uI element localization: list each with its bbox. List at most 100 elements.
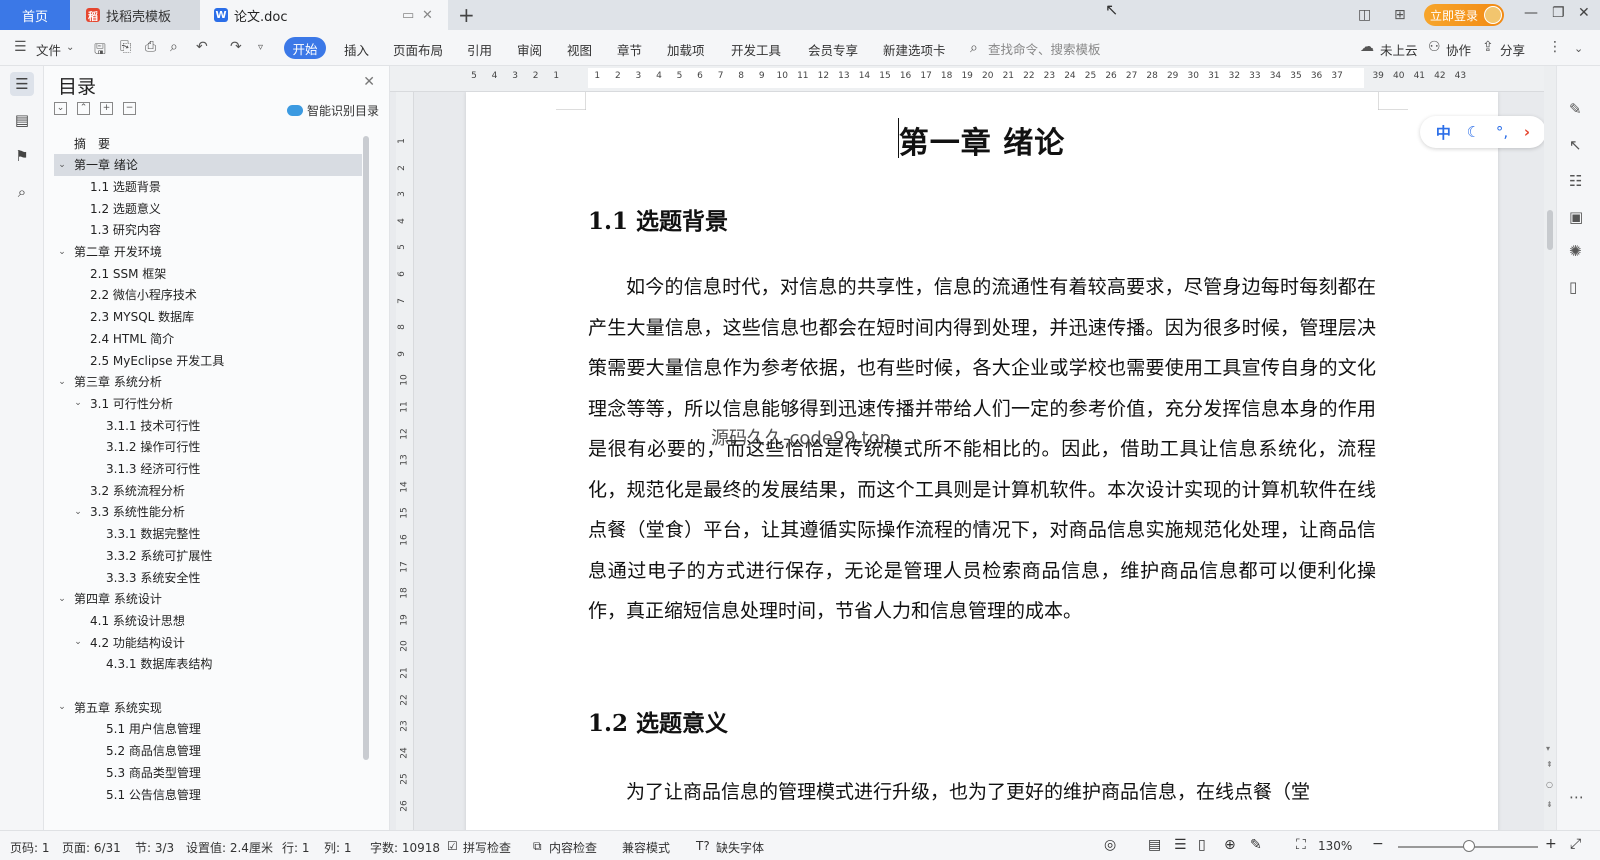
hamburger-menu-icon[interactable]: ☰ xyxy=(14,39,27,55)
menu-review[interactable]: 审阅 xyxy=(517,40,542,59)
toc-scrollbar[interactable] xyxy=(363,136,369,760)
menu-new-tab[interactable]: 新建选项卡 xyxy=(883,40,946,59)
toc-item[interactable]: 3.3.1 数据完整性 xyxy=(54,523,200,545)
toc-item[interactable]: ⌄ 第四章 系统设计 xyxy=(54,588,162,610)
select-pointer-icon[interactable]: ↖ xyxy=(1569,136,1582,154)
page-view-icon[interactable]: ▤ xyxy=(1148,837,1161,853)
toc-item[interactable]: 2.2 微信小程序技术 xyxy=(54,284,197,306)
status-word-count[interactable]: 字数: 10918 xyxy=(370,839,440,856)
spell-check-button[interactable]: 拼写检查 xyxy=(463,839,511,856)
minimize-icon[interactable]: — xyxy=(1524,5,1538,21)
heading-1-1[interactable]: 1.1 选题背景 xyxy=(588,202,728,236)
toc-item[interactable]: ⌄ 第二章 开发环境 xyxy=(54,241,162,263)
toc-item[interactable]: 2.4 HTML 简介 xyxy=(54,327,174,349)
toc-item[interactable]: 5.2 商品信息管理 xyxy=(54,740,201,762)
export-pdf-icon[interactable]: ⎘ xyxy=(120,39,131,55)
ai-assistant-icon[interactable]: ✺ xyxy=(1569,242,1582,260)
chevron-down-icon[interactable]: ⌄ xyxy=(56,702,68,712)
content-check-button[interactable]: 内容检查 xyxy=(549,839,597,856)
toc-item[interactable]: 1.1 选题背景 xyxy=(54,175,161,197)
expand-up-icon[interactable]: ⌃ xyxy=(77,102,90,115)
punctuation-icon[interactable]: °, xyxy=(1496,123,1508,141)
toc-item[interactable]: 4.1 系统设计思想 xyxy=(54,609,185,631)
apps-grid-icon[interactable]: ⊞ xyxy=(1394,7,1406,23)
tab-home[interactable]: 首页 xyxy=(0,0,70,30)
toc-item[interactable]: 4.3.1 数据库表结构 xyxy=(54,653,212,675)
document-page[interactable]: 第一章 绪论 1.1 选题背景 如今的信息时代，对信息的共享性，信息的流通性有着… xyxy=(466,92,1498,830)
horizontal-ruler[interactable]: 5 4 3 2 1 1 2 3 4 5 6 7 8 9 10 11 12 13 14 15 16 17 18 19 20 21 22… xyxy=(390,66,1544,92)
vertical-ruler[interactable]: 1 2 3 4 5 6 7 8 9 10 11 12 13 14 15 16 17 18 19 20 21 22 23 24 2… xyxy=(396,92,414,830)
status-page-count[interactable]: 页面: 6/31 xyxy=(62,839,121,856)
menu-chapter[interactable]: 章节 xyxy=(617,40,642,59)
toc-item[interactable]: 3.1.2 操作可行性 xyxy=(54,436,200,458)
toc-item[interactable]: 3.1.3 经济可行性 xyxy=(54,458,200,480)
collab-button[interactable]: 协作 xyxy=(1446,40,1471,59)
menu-start[interactable]: 开始 xyxy=(284,37,326,59)
toc-item[interactable]: 5.1 公告信息管理 xyxy=(54,783,201,805)
toc-item[interactable]: ⌄ 第三章 系统分析 xyxy=(54,371,162,393)
chevron-down-icon[interactable]: ⌄ xyxy=(72,637,84,647)
toc-item[interactable]: 3.3.2 系统可扩展性 xyxy=(54,544,212,566)
more-options-icon[interactable]: ⋮ xyxy=(1548,39,1562,55)
menu-view[interactable]: 视图 xyxy=(567,40,592,59)
menu-addins[interactable]: 加载项 xyxy=(667,40,705,59)
menu-reference[interactable]: 引用 xyxy=(467,40,492,59)
tab-float-icon[interactable]: ▭ xyxy=(402,8,414,23)
chevron-down-icon[interactable]: ⌄ xyxy=(72,507,84,517)
pen-icon[interactable]: ✎ xyxy=(1569,100,1582,118)
tab-find-template[interactable]: 稻 找稻壳模板 xyxy=(70,0,200,30)
menu-file[interactable]: 文件 xyxy=(36,40,61,59)
chapter-nav-icon[interactable]: ▤ xyxy=(10,108,34,132)
menu-dev-tools[interactable]: 开发工具 xyxy=(731,40,781,59)
toc-item[interactable]: 3.2 系统流程分析 xyxy=(54,479,185,501)
toc-item[interactable]: 3.3.3 系统安全性 xyxy=(54,566,200,588)
quick-access-dropdown-icon[interactable]: ▿ xyxy=(258,42,263,53)
toc-item[interactable]: 1.2 选题意义 xyxy=(54,197,161,219)
chevron-down-icon[interactable]: ⌄ xyxy=(56,160,68,170)
heading-1-2[interactable]: 1.2 选题意义 xyxy=(588,704,728,738)
undo-icon[interactable]: ↶ xyxy=(196,39,208,55)
toc-item[interactable]: 5.1 用户信息管理 xyxy=(54,718,201,740)
add-heading-icon[interactable]: + xyxy=(100,102,113,115)
smart-toc-button[interactable]: 智能识别目录 xyxy=(286,102,379,119)
chevron-down-icon[interactable]: ⌄ xyxy=(66,42,74,53)
zoom-slider-knob[interactable] xyxy=(1463,840,1475,852)
save-icon[interactable]: 🖫 xyxy=(94,39,106,63)
scroll-down-icon[interactable]: ▾ xyxy=(1546,744,1550,753)
zoom-in-icon[interactable]: + xyxy=(1545,836,1557,852)
tab-document[interactable]: W 论文.doc ▭ ✕ xyxy=(200,0,448,30)
zoom-out-icon[interactable]: − xyxy=(1372,836,1384,852)
eye-protect-icon[interactable]: ◎ xyxy=(1104,837,1116,853)
reading-view-icon[interactable]: ▯ xyxy=(1198,837,1206,853)
close-icon[interactable]: ✕ xyxy=(363,74,375,90)
toc-item[interactable]: 1.3 研究内容 xyxy=(54,219,161,241)
collapse-ribbon-icon[interactable]: ⌄ xyxy=(1574,42,1583,55)
tab-close-icon[interactable]: ✕ xyxy=(422,8,433,23)
more-dots-icon[interactable]: ⋯ xyxy=(1569,788,1584,806)
moon-icon[interactable]: ☾ xyxy=(1467,123,1480,141)
layout-switch-icon[interactable]: ◫ xyxy=(1358,7,1371,23)
toc-item[interactable]: ⌄ 第五章 系统实现 xyxy=(54,696,162,718)
toc-item[interactable]: 2.3 MYSQL 数据库 xyxy=(54,306,194,328)
chevron-down-icon[interactable]: ⌄ xyxy=(56,247,68,257)
toc-item[interactable]: 3.1.1 技术可行性 xyxy=(54,414,200,436)
toc-nav-icon[interactable]: ☰ xyxy=(10,72,34,96)
zoom-level[interactable]: 130% xyxy=(1318,839,1352,853)
toc-item[interactable]: 2.5 MyEclipse 开发工具 xyxy=(54,349,224,371)
bookmark-icon[interactable]: ⚑ xyxy=(10,144,34,168)
fit-page-icon[interactable]: ⛶ xyxy=(1296,837,1306,853)
web-view-icon[interactable]: ⊕ xyxy=(1224,837,1236,853)
toc-item[interactable]: ⌄ 3.1 可行性分析 xyxy=(54,392,173,414)
outline-view-icon[interactable]: ☰ xyxy=(1174,837,1187,853)
toc-item[interactable]: 5.3 商品类型管理 xyxy=(54,761,201,783)
chevron-down-icon[interactable]: ⌄ xyxy=(56,377,68,387)
command-search-input[interactable]: 查找命令、搜索模板 xyxy=(988,39,1101,58)
toc-item[interactable]: ⌄结 论 xyxy=(54,805,110,808)
redo-icon[interactable]: ↷ xyxy=(230,39,242,55)
login-button[interactable]: 立即登录 xyxy=(1424,4,1504,26)
scrollbar-thumb[interactable] xyxy=(1547,210,1553,250)
write-mode-icon[interactable]: ✎ xyxy=(1250,837,1262,853)
toc-item[interactable]: ⌄ 第一章 绪论 xyxy=(54,153,362,176)
menu-page-layout[interactable]: 页面布局 xyxy=(393,40,443,59)
menu-member[interactable]: 会员专享 xyxy=(808,40,858,59)
